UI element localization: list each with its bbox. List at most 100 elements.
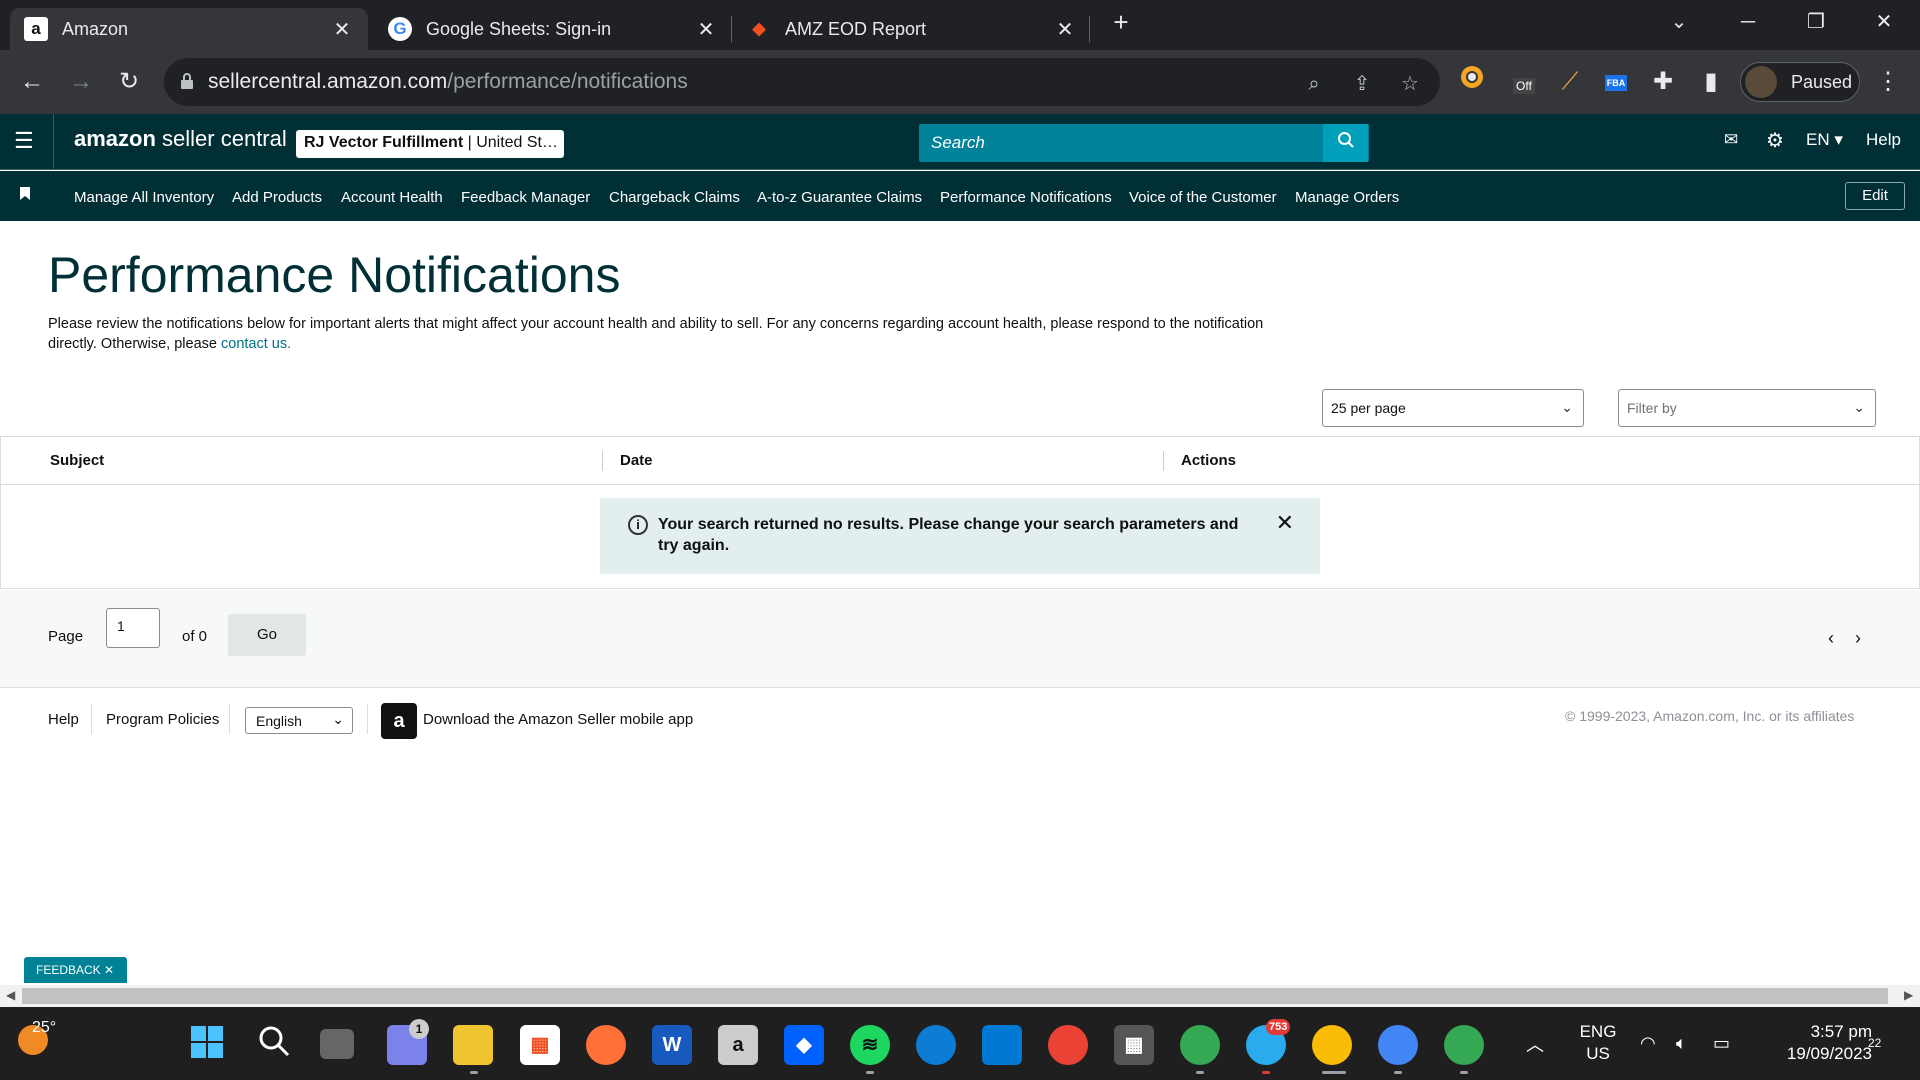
calculator-icon[interactable]: ▦	[1114, 1025, 1154, 1065]
volume-icon[interactable]: 🔈︎	[1676, 1033, 1687, 1054]
share-icon[interactable]: ⇪	[1348, 70, 1376, 98]
extensions-puzzle-icon[interactable]: ✚	[1645, 64, 1681, 100]
search-icon[interactable]	[254, 1025, 294, 1065]
bookmark-icon[interactable]	[20, 187, 30, 203]
nav-account-health[interactable]: Account Health	[341, 189, 443, 206]
extension-fba-icon[interactable]: FBA	[1598, 64, 1634, 100]
microsoft-store-icon[interactable]: ▦	[520, 1025, 560, 1065]
running-indicator	[1394, 1071, 1402, 1074]
avatar	[1745, 66, 1777, 98]
footer-language-select[interactable]: English ⌄	[245, 707, 353, 734]
edit-bookmarks-button[interactable]: Edit	[1845, 182, 1905, 210]
side-panel-icon[interactable]: ▮	[1693, 64, 1729, 100]
help-link[interactable]: Help	[1866, 130, 1901, 150]
feedback-button[interactable]: FEEDBACK ✕	[24, 957, 127, 983]
footer-program-policies-link[interactable]: Program Policies	[106, 711, 219, 728]
filter-select[interactable]: Filter by ⌄	[1618, 389, 1876, 427]
tab-amz-eod-report[interactable]: ◆ AMZ EOD Report ✕	[733, 8, 1091, 50]
back-icon[interactable]: ←	[14, 64, 50, 100]
address-bar[interactable]: sellercentral.amazon.com/performance/not…	[164, 58, 1440, 106]
tab-search-icon[interactable]: ⌄	[1659, 6, 1699, 38]
nav-chargeback-claims[interactable]: Chargeback Claims	[609, 189, 740, 206]
spotify-icon[interactable]: ≋	[850, 1025, 890, 1065]
column-subject[interactable]: Subject	[50, 452, 104, 469]
nav-feedback-manager[interactable]: Feedback Manager	[461, 189, 590, 206]
footer-divider	[91, 704, 92, 734]
tab-google-sheets[interactable]: G Google Sheets: Sign-in ✕	[374, 8, 732, 50]
mail-icon[interactable]: ✉	[1724, 130, 1738, 150]
notification-icon[interactable]: 22	[1868, 1031, 1881, 1052]
tab-amazon[interactable]: a Amazon ✕	[10, 8, 368, 50]
minimize-icon[interactable]: ─	[1728, 6, 1768, 38]
chrome-active-icon[interactable]	[1312, 1025, 1352, 1065]
browser-menu-icon[interactable]: ⋮	[1870, 64, 1906, 100]
firefox-icon[interactable]	[586, 1025, 626, 1065]
contact-us-link[interactable]: contact us.	[221, 336, 291, 352]
next-page-icon[interactable]: ›	[1855, 628, 1861, 649]
new-tab-button[interactable]: +	[1101, 6, 1141, 38]
nav-performance-notifications[interactable]: Performance Notifications	[940, 189, 1112, 206]
wifi-icon[interactable]: ◠	[1640, 1033, 1656, 1054]
scroll-left-icon[interactable]: ◀	[6, 988, 15, 1002]
input-language[interactable]: ENG US	[1572, 1021, 1624, 1065]
column-date[interactable]: Date	[620, 452, 653, 469]
go-button[interactable]: Go	[228, 614, 306, 656]
amazon-app-icon[interactable]: a	[381, 703, 417, 739]
extension-feather-icon[interactable]: ⟋	[1552, 64, 1588, 100]
restore-icon[interactable]: ❐	[1796, 6, 1836, 38]
nav-a-to-z-claims[interactable]: A-to-z Guarantee Claims	[757, 189, 922, 206]
chrome-icon-3[interactable]	[1444, 1025, 1484, 1065]
chrome-icon[interactable]	[1180, 1025, 1220, 1065]
close-tab-icon[interactable]: ✕	[1053, 17, 1077, 42]
close-tab-icon[interactable]: ✕	[330, 17, 354, 42]
tab-separator	[1089, 16, 1090, 42]
search-button[interactable]	[1323, 124, 1368, 162]
horizontal-scrollbar[interactable]: ◀ ▶	[0, 985, 1920, 1007]
zoom-icon[interactable]: ⌕	[1300, 70, 1328, 98]
reload-icon[interactable]: ↻	[111, 64, 147, 100]
nav-manage-all-inventory[interactable]: Manage All Inventory	[74, 189, 214, 206]
app-blue-icon[interactable]	[982, 1025, 1022, 1065]
page-number-input[interactable]: 1	[106, 608, 160, 648]
footer-divider	[229, 704, 230, 734]
tray-overflow-icon[interactable]: ︿	[1526, 1031, 1544, 1057]
hamburger-menu-icon[interactable]: ☰	[14, 128, 34, 154]
task-view-icon[interactable]	[320, 1029, 354, 1059]
profile-button[interactable]: Paused	[1740, 62, 1860, 102]
close-tab-icon[interactable]: ✕	[694, 17, 718, 42]
word-icon[interactable]: W	[652, 1025, 692, 1065]
running-indicator	[866, 1071, 874, 1074]
prev-page-icon[interactable]: ‹	[1828, 628, 1834, 649]
scrollbar-thumb[interactable]	[22, 988, 1888, 1004]
account-switcher[interactable]: RJ Vector Fulfillment | United St…	[296, 130, 564, 158]
windows-start-icon[interactable]	[187, 1025, 227, 1065]
file-explorer-icon[interactable]	[453, 1025, 493, 1065]
nav-add-products[interactable]: Add Products	[232, 189, 322, 206]
search-input[interactable]: Search	[919, 124, 1369, 162]
download-app-link[interactable]: Download the Amazon Seller mobile app	[423, 711, 693, 728]
teams-chat-icon[interactable]: 1	[387, 1019, 429, 1065]
chrome-icon-2[interactable]	[1378, 1025, 1418, 1065]
nav-manage-orders[interactable]: Manage Orders	[1295, 189, 1399, 206]
extension-off-icon[interactable]: Off	[1503, 64, 1539, 100]
forward-icon[interactable]: →	[63, 64, 99, 100]
clock[interactable]: 3:57 pm 19/09/2023	[1752, 1021, 1872, 1065]
amazon-app-taskbar-icon[interactable]: a	[718, 1025, 758, 1065]
telegram-icon[interactable]: 753	[1246, 1019, 1291, 1065]
extension-orange-icon[interactable]	[1454, 64, 1490, 100]
close-window-icon[interactable]: ✕	[1864, 6, 1904, 38]
footer-help-link[interactable]: Help	[48, 711, 79, 728]
bookmark-star-icon[interactable]: ☆	[1396, 70, 1424, 98]
settings-gear-icon[interactable]: ⚙	[1766, 128, 1784, 153]
scroll-right-icon[interactable]: ▶	[1904, 988, 1913, 1002]
per-page-select[interactable]: 25 per page ⌄	[1322, 389, 1584, 427]
language-selector[interactable]: EN ▾	[1806, 130, 1843, 150]
nav-voice-of-customer[interactable]: Voice of the Customer	[1129, 189, 1277, 206]
chrome-profile-icon[interactable]	[1048, 1025, 1088, 1065]
seller-central-logo[interactable]: amazon seller central	[74, 126, 287, 152]
dropbox-icon[interactable]: ◆	[784, 1025, 824, 1065]
battery-icon[interactable]: ▭	[1713, 1033, 1730, 1054]
close-alert-icon[interactable]: ✕	[1276, 512, 1294, 534]
google-favicon-icon: G	[388, 17, 412, 41]
edge-icon[interactable]	[916, 1025, 956, 1065]
